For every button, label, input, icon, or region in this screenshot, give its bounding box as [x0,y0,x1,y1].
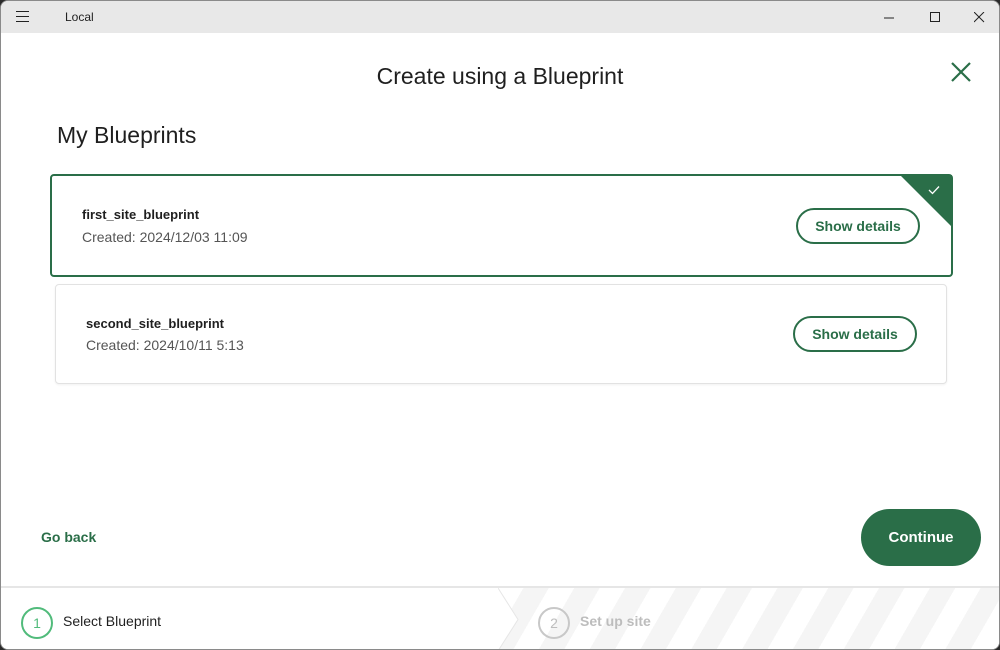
blueprint-card[interactable]: second_site_blueprint Created: 2024/10/1… [55,284,947,384]
title-bar: Local [1,1,999,33]
continue-button[interactable]: Continue [861,509,981,566]
maximize-icon [929,11,940,22]
go-back-link[interactable]: Go back [41,529,96,545]
checkmark-icon [928,186,940,195]
modal-title: Create using a Blueprint [376,63,624,89]
step-1-number: 1 [21,607,53,639]
progress-stepper: 1 Select Blueprint 2 Set up site [1,586,999,649]
blueprint-name: first_site_blueprint [82,207,200,222]
minimize-button[interactable] [866,1,912,33]
blueprint-created: Created: 2024/10/11 5:13 [86,337,244,353]
menu-icon[interactable] [16,11,29,22]
modal-close-button[interactable] [949,60,975,86]
step-divider-chevron [498,588,519,649]
step-2-label: Set up site [580,613,651,629]
blueprint-name: second_site_blueprint [86,316,224,331]
selected-corner-badge [900,175,952,227]
step-2-background [498,588,999,649]
app-window: Local Create using a Blueprint My Bluepr… [0,0,1000,650]
step-2-number: 2 [538,607,570,639]
close-icon [951,62,971,82]
minimize-icon [883,17,894,18]
maximize-button[interactable] [912,1,958,33]
show-details-button[interactable]: Show details [793,316,917,352]
blueprint-card-selected[interactable]: first_site_blueprint Created: 2024/12/03… [50,174,953,277]
window-close-icon [973,11,984,22]
section-title: My Blueprints [57,122,197,148]
step-1-label: Select Blueprint [63,613,162,629]
window-close-button[interactable] [956,1,999,33]
app-title: Local [65,10,94,24]
blueprint-created: Created: 2024/12/03 11:09 [82,229,248,245]
